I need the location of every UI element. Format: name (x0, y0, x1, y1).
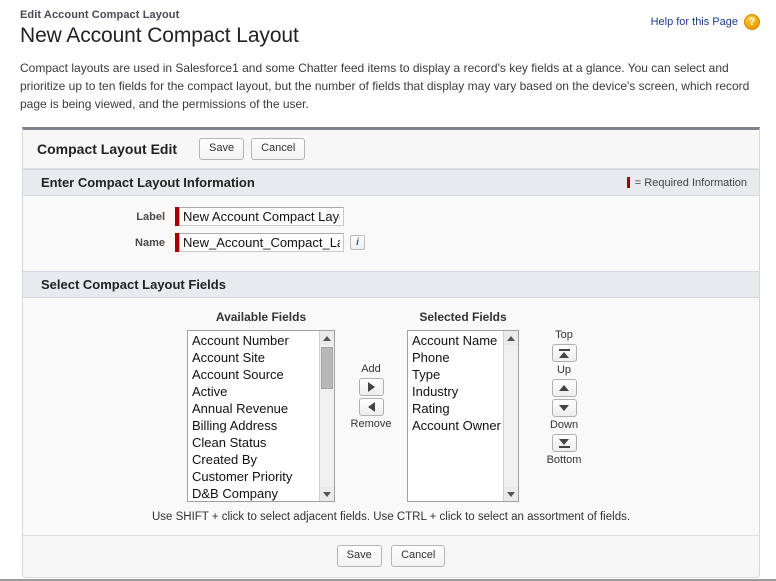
available-fields-items[interactable]: Account Number Account Site Account Sour… (188, 331, 319, 501)
section-header-fields: Select Compact Layout Fields (23, 271, 759, 298)
breadcrumb: Edit Account Compact Layout (20, 9, 180, 21)
list-item[interactable]: Customer Priority (191, 468, 319, 485)
label-field-wrap (175, 207, 344, 226)
list-item[interactable]: Active (191, 383, 319, 400)
intro-description: Compact layouts are used in Salesforce1 … (20, 61, 750, 111)
help-link[interactable]: Help for this Page (651, 16, 738, 28)
reorder-column: Top Up Down Bottom (533, 310, 595, 468)
available-fields-heading: Available Fields (215, 310, 307, 324)
remove-label: Remove (350, 418, 392, 430)
page-title: New Account Compact Layout (20, 24, 299, 47)
scroll-up-icon[interactable] (320, 331, 334, 345)
move-down-button[interactable] (551, 399, 577, 417)
top-label: Top (555, 329, 573, 341)
required-marker-icon (626, 177, 630, 188)
name-field-wrap: i (175, 233, 365, 252)
list-item[interactable]: Rating (411, 400, 503, 417)
up-label: Up (556, 364, 572, 376)
section-title-information: Enter Compact Layout Information (41, 175, 255, 190)
panel-header: Compact Layout Edit Save Cancel (23, 130, 759, 169)
arrow-right-icon (367, 382, 375, 392)
list-item[interactable]: Created By (191, 451, 319, 468)
help-question-icon[interactable]: ? (744, 14, 760, 30)
list-item[interactable]: Account Site (191, 349, 319, 366)
move-up-button[interactable] (551, 379, 577, 397)
selected-fields-scrollbar[interactable] (503, 331, 518, 501)
required-information-legend: = Required Information (626, 176, 747, 189)
arrow-left-icon (367, 402, 375, 412)
move-bottom-button[interactable] (551, 434, 577, 452)
available-fields-listbox[interactable]: Account Number Account Site Account Sour… (187, 330, 335, 502)
panel-footer: Save Cancel (23, 535, 759, 577)
move-top-button[interactable] (551, 344, 577, 362)
add-button[interactable] (358, 378, 384, 396)
list-item[interactable]: Industry (411, 383, 503, 400)
scroll-down-icon[interactable] (504, 487, 518, 501)
list-item[interactable]: D&B Company (191, 485, 319, 501)
arrow-to-top-icon (558, 348, 570, 358)
arrow-down-icon (559, 405, 569, 411)
list-item[interactable]: Type (411, 366, 503, 383)
list-item[interactable]: Account Owner (411, 417, 503, 434)
field-selector-grid: Available Fields Account Number Account … (23, 310, 759, 502)
arrow-to-bottom-icon (558, 438, 570, 448)
selected-fields-column: Selected Fields Account Name Phone Type … (407, 310, 519, 502)
available-fields-column: Available Fields Account Number Account … (187, 310, 335, 502)
compact-layout-edit-panel: Compact Layout Edit Save Cancel Enter Co… (22, 127, 760, 578)
arrow-up-icon (559, 385, 569, 391)
section-title-fields: Select Compact Layout Fields (41, 277, 226, 292)
list-item[interactable]: Phone (411, 349, 503, 366)
name-caption: Name (135, 236, 165, 249)
list-item[interactable]: Account Name (411, 332, 503, 349)
scroll-up-icon[interactable] (504, 331, 518, 345)
form-row-label: Label (23, 207, 759, 226)
scroll-down-icon[interactable] (320, 487, 334, 501)
information-form: Label Name i (23, 196, 759, 271)
selection-hint: Use SHIFT + click to select adjacent fie… (151, 511, 631, 523)
section-header-information: Enter Compact Layout Information = Requi… (23, 169, 759, 196)
label-caption: Label (136, 210, 165, 223)
down-label: Down (549, 419, 579, 431)
list-item[interactable]: Clean Status (191, 434, 319, 451)
selected-fields-listbox[interactable]: Account Name Phone Type Industry Rating … (407, 330, 519, 502)
page-header: Edit Account Compact Layout New Account … (0, 0, 776, 48)
bottom-label: Bottom (546, 454, 582, 466)
list-item[interactable]: Account Number (191, 332, 319, 349)
cancel-button-top[interactable]: Cancel (251, 138, 306, 160)
add-remove-column: Add Remove (341, 310, 401, 432)
page-root: Edit Account Compact Layout New Account … (0, 0, 776, 581)
add-label: Add (361, 363, 381, 375)
selected-fields-heading: Selected Fields (419, 310, 507, 324)
list-item[interactable]: Billing Address (191, 417, 319, 434)
required-legend-text: = Required Information (634, 176, 747, 189)
help-for-this-page[interactable]: Help for this Page ? (651, 14, 760, 30)
list-item[interactable]: Annual Revenue (191, 400, 319, 417)
save-button-top[interactable]: Save (199, 138, 245, 160)
form-row-name: Name i (23, 233, 759, 252)
label-input[interactable] (179, 207, 344, 226)
available-fields-scrollbar[interactable] (319, 331, 334, 501)
remove-button[interactable] (358, 398, 384, 416)
selected-fields-items[interactable]: Account Name Phone Type Industry Rating … (408, 331, 503, 501)
save-button-bottom[interactable]: Save (336, 545, 382, 567)
panel-title: Compact Layout Edit (37, 141, 178, 157)
list-item[interactable]: Account Source (191, 366, 319, 383)
info-icon[interactable]: i (350, 235, 365, 250)
scrollbar-thumb[interactable] (321, 347, 333, 389)
field-selector: Available Fields Account Number Account … (23, 298, 759, 535)
name-input[interactable] (179, 233, 344, 252)
cancel-button-bottom[interactable]: Cancel (391, 545, 446, 567)
